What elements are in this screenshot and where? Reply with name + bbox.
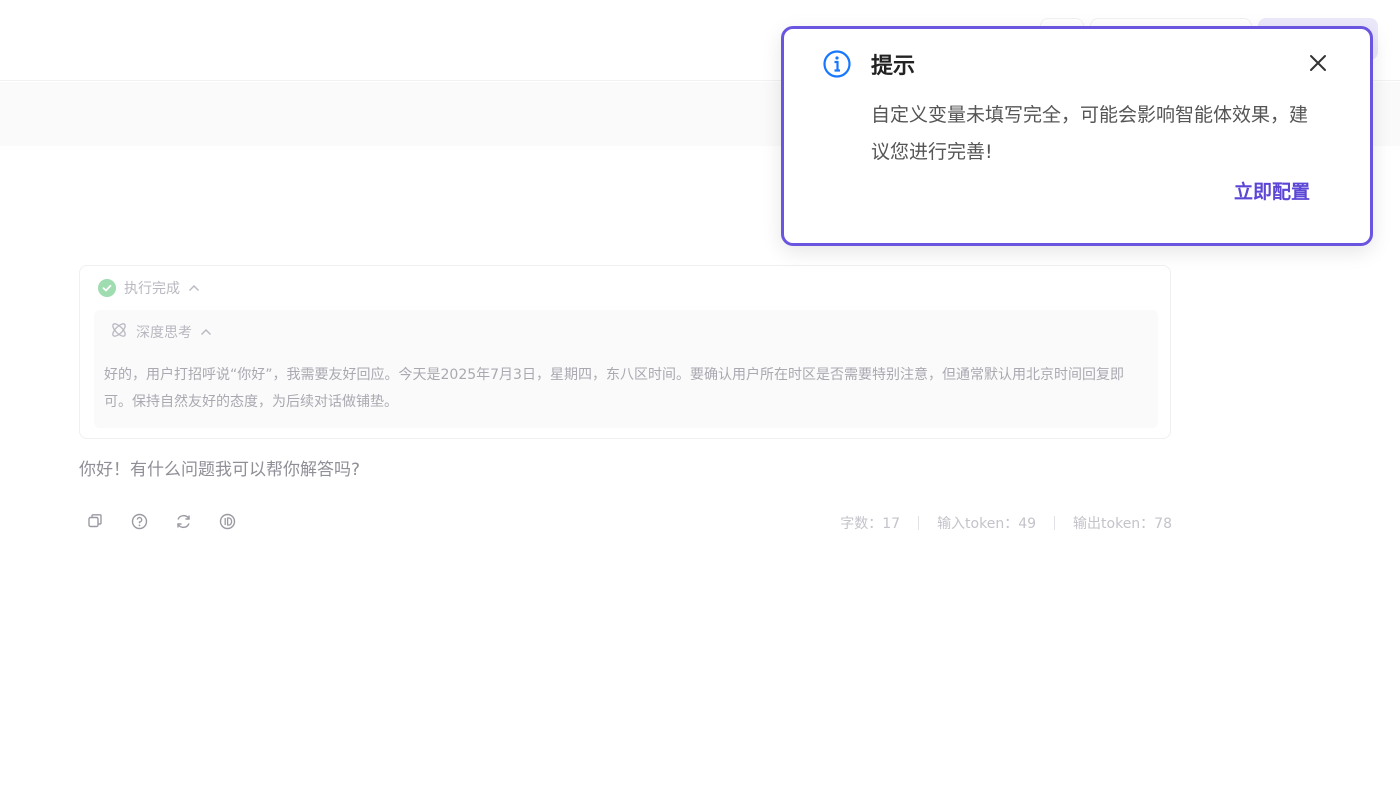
configure-now-link[interactable]: 立即配置 [1234,177,1310,204]
copy-icon[interactable] [84,510,106,532]
char-count: 字数：17 [840,516,901,532]
notification-title: 提示 [871,54,916,79]
divider [1054,516,1056,530]
message-stats: 字数：17 输入token：49 输出token：78 [840,513,1172,533]
output-token-count: 输出token：78 [1073,516,1172,532]
refresh-icon[interactable] [172,510,194,532]
divider [918,516,920,530]
id-icon[interactable] [216,510,238,532]
chevron-up-icon [188,281,200,295]
close-icon[interactable] [1304,49,1332,77]
assistant-answer: 你好！有什么问题我可以帮你解答吗? [79,460,361,480]
message-actions [84,510,238,532]
check-circle-icon [98,279,116,297]
notification-popup: 提示 自定义变量未填写完全，可能会影响智能体效果，建议您进行完善! 立即配置 [781,26,1373,246]
thinking-toggle[interactable]: 深度思考 [110,322,212,342]
thinking-label: 深度思考 [136,325,192,341]
thinking-icon [110,321,128,343]
notification-message: 自定义变量未填写完全，可能会影响智能体效果，建议您进行完善! [871,104,1309,163]
thinking-panel: 深度思考 好的，用户打招呼说“你好”，我需要友好回应。今天是2025年7月3日，… [94,310,1158,428]
help-icon[interactable] [128,510,150,532]
execution-status-label: 执行完成 [124,281,180,297]
input-token-count: 输入token：49 [937,516,1037,532]
execution-status[interactable]: 执行完成 [98,278,200,298]
chevron-up-icon [200,325,212,339]
thinking-text: 好的，用户打招呼说“你好”，我需要友好回应。今天是2025年7月3日，星期四，东… [104,367,1124,410]
info-icon [822,49,852,79]
execution-card: 执行完成 深度思考 好的，用户打招呼说“你好”，我需要友好回应。今天是2025年… [79,265,1171,439]
